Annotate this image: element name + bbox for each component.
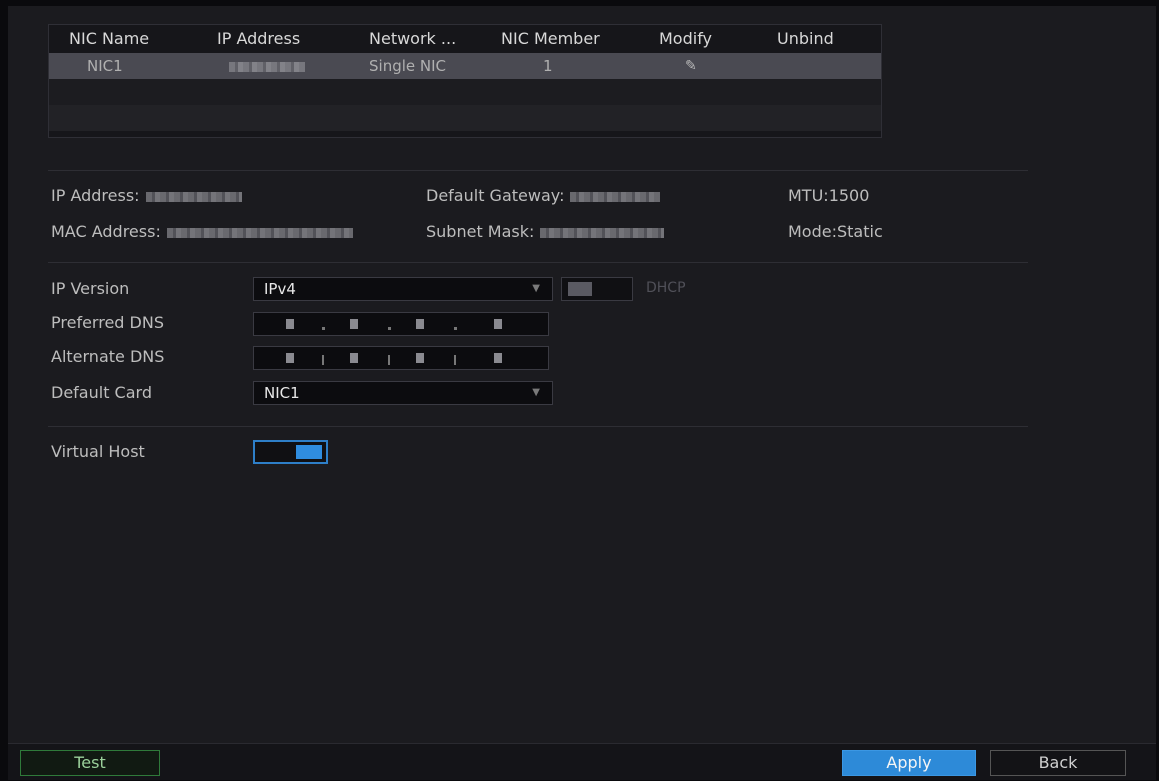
default-gateway-info: Default Gateway: [426,186,661,205]
pencil-icon[interactable]: ✎ [685,53,697,79]
divider [48,426,1028,427]
alternate-dns-label: Alternate DNS [51,347,165,366]
col-unbind: Unbind [777,29,834,48]
mode-info: Mode:Static [788,222,883,241]
nic-table: NIC Name IP Address Network ... NIC Memb… [48,24,882,138]
table-row [49,79,881,105]
dhcp-toggle[interactable] [561,277,633,301]
virtual-host-label: Virtual Host [51,442,145,461]
preferred-dns-input[interactable] [253,312,549,336]
ip-version-label: IP Version [51,279,130,298]
nic-member-cell: 1 [543,57,553,75]
nic-name-cell: NIC1 [87,57,123,75]
col-nic-member: NIC Member [501,29,600,48]
col-ip-address: IP Address [217,29,301,48]
chevron-down-icon: ▼ [532,387,540,398]
default-card-select[interactable]: NIC1 ▼ [253,381,553,405]
network-settings-panel: NIC Name IP Address Network ... NIC Memb… [8,6,1156,780]
network-mode-cell: Single NIC [369,57,446,75]
nic-table-header: NIC Name IP Address Network ... NIC Memb… [49,25,881,53]
divider [48,262,1028,263]
bottom-bar: Test Apply Back [8,743,1156,780]
chevron-down-icon: ▼ [532,283,540,294]
test-button[interactable]: Test [20,750,160,776]
table-row [49,105,881,131]
back-button[interactable]: Back [990,750,1126,776]
subnet-mask-info: Subnet Mask: [426,222,665,241]
ip-version-select[interactable]: IPv4 ▼ [253,277,553,301]
default-card-label: Default Card [51,383,152,402]
virtual-host-toggle[interactable] [253,440,328,464]
mtu-info: MTU:1500 [788,186,870,205]
preferred-dns-label: Preferred DNS [51,313,164,332]
col-network-mode: Network ... [369,29,457,48]
divider [48,170,1028,171]
mac-address-info: MAC Address: [51,222,353,241]
col-modify: Modify [659,29,713,48]
ip-address-cell [229,53,305,79]
table-row[interactable]: NIC1 Single NIC 1 ✎ [49,53,881,79]
col-nic-name: NIC Name [69,29,150,48]
apply-button[interactable]: Apply [842,750,976,776]
ip-address-info: IP Address: [51,186,242,205]
alternate-dns-input[interactable] [253,346,549,370]
dhcp-label: DHCP [646,280,686,296]
